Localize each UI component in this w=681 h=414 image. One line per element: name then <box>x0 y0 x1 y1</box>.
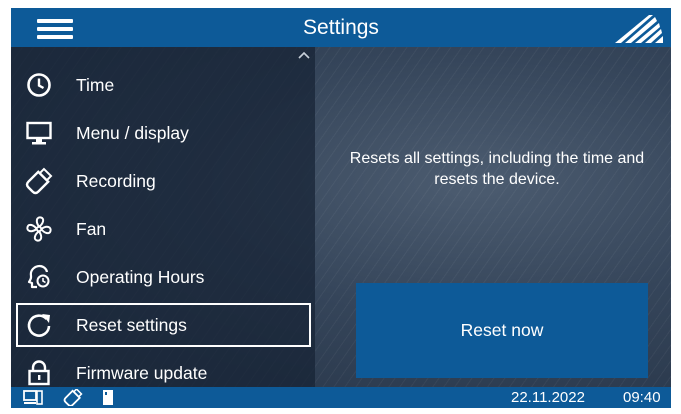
clock-icon <box>27 73 51 97</box>
reset-now-button[interactable]: Reset now <box>356 283 648 378</box>
usb-stick-icon <box>25 167 53 195</box>
chevron-up-icon[interactable] <box>297 50 311 60</box>
computer-icon <box>23 390 43 405</box>
sd-card-icon <box>103 390 113 405</box>
sidebar-item-label: Firmware update <box>76 363 208 383</box>
settings-sidebar[interactable]: Time Menu / display Recording Fan Operat… <box>11 47 315 387</box>
brand-logo-icon <box>615 15 663 43</box>
reset-description: Resets all settings, including the time … <box>349 150 645 188</box>
usb-stick-icon <box>63 389 83 406</box>
fan-icon <box>26 216 52 242</box>
lock-icon <box>28 360 50 386</box>
sidebar-item-label: Menu / display <box>76 123 189 143</box>
sidebar-item-label: Recording <box>76 171 156 191</box>
page-title: Settings <box>303 16 379 39</box>
device-screen: Settings Time Menu / display Recording F… <box>11 8 671 408</box>
sidebar-item-reset-settings[interactable]: Reset settings <box>16 303 311 347</box>
header-bar: Settings <box>11 8 671 47</box>
sidebar-item-label: Reset settings <box>76 315 187 335</box>
status-bar: 22.11.2022 09:40 <box>11 387 671 408</box>
sidebar-item-time[interactable]: Time <box>16 63 311 107</box>
sidebar-item-menu-display[interactable]: Menu / display <box>16 111 311 155</box>
sidebar-item-fan[interactable]: Fan <box>16 207 311 251</box>
status-date: 22.11.2022 <box>511 389 585 406</box>
sidebar-item-firmware-update[interactable]: Firmware update <box>16 351 311 387</box>
sidebar-item-recording[interactable]: Recording <box>16 159 311 203</box>
sidebar-item-operating-hours[interactable]: Operating Hours <box>16 255 311 299</box>
monitor-icon <box>26 121 52 145</box>
sidebar-item-label: Operating Hours <box>76 267 205 287</box>
sidebar-item-label: Time <box>76 75 115 95</box>
reset-icon <box>27 314 51 337</box>
operating-hours-icon <box>27 264 50 289</box>
status-time: 09:40 <box>623 389 661 406</box>
sidebar-item-label: Fan <box>76 219 107 239</box>
